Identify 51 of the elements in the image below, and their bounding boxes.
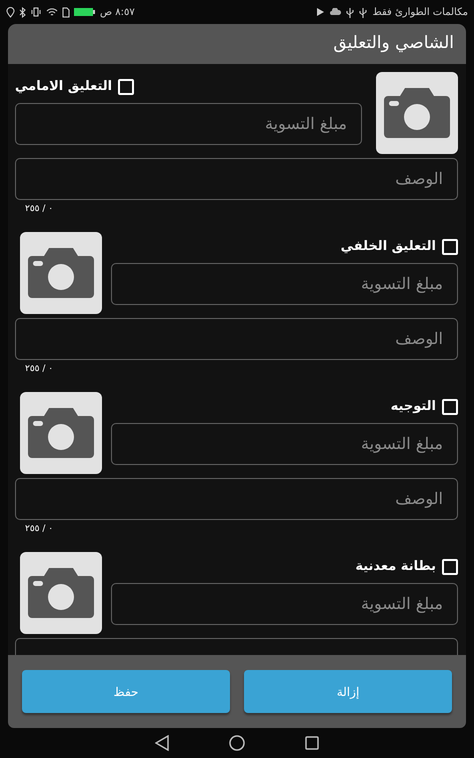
character-counter: ٠ / ٢٥٥	[25, 363, 54, 376]
dialog-title: الشاصي والتعليق	[333, 32, 454, 56]
play-icon	[316, 7, 326, 17]
recent-apps-icon[interactable]	[305, 736, 319, 750]
field-placeholder: الوصف	[395, 328, 443, 350]
checkbox[interactable]	[442, 239, 458, 255]
battery-icon	[74, 7, 96, 17]
location-icon	[6, 6, 15, 18]
checkbox[interactable]	[442, 399, 458, 415]
camera-button[interactable]	[20, 552, 102, 634]
status-carrier: مكالمات الطوارئ فقط	[372, 6, 468, 20]
camera-icon	[27, 406, 95, 460]
action-button[interactable]: إزالة	[244, 670, 452, 713]
usb-icon	[359, 6, 368, 18]
input-field[interactable]: مبلغ التسوية	[111, 583, 458, 625]
input-field[interactable]: الوصف	[15, 478, 458, 520]
camera-button[interactable]	[376, 72, 458, 154]
input-field[interactable]: مبلغ التسوية	[111, 423, 458, 465]
checkbox[interactable]	[118, 79, 134, 95]
field-placeholder: الوصف	[395, 168, 443, 190]
checkbox-label: التعليق الامامي	[15, 78, 112, 96]
camera-icon	[27, 246, 95, 300]
camera-icon	[383, 86, 451, 140]
field-placeholder: مبلغ التسوية	[360, 593, 443, 615]
checkbox[interactable]	[442, 559, 458, 575]
checkbox-label: التوجيه	[390, 398, 436, 416]
character-counter: ٠ / ٢٥٥	[25, 523, 54, 536]
camera-icon	[27, 566, 95, 620]
character-counter: ٠ / ٢٥٥	[25, 203, 54, 216]
input-field[interactable]: الوصف	[15, 318, 458, 360]
input-field[interactable]: مبلغ التسوية	[111, 263, 458, 305]
cloud-icon	[330, 8, 342, 16]
field-placeholder: الوصف	[395, 488, 443, 510]
action-button[interactable]: حفظ	[22, 670, 230, 713]
input-field[interactable]: مبلغ التسوية	[15, 103, 362, 145]
wifi-icon	[46, 7, 58, 17]
camera-button[interactable]	[20, 232, 102, 314]
checkbox-label: بطانة معدنية	[355, 558, 436, 576]
bluetooth-icon	[19, 6, 26, 18]
field-placeholder: مبلغ التسوية	[264, 113, 347, 135]
input-field[interactable]: الوصف	[15, 158, 458, 200]
field-placeholder: مبلغ التسوية	[360, 433, 443, 455]
camera-button[interactable]	[20, 392, 102, 474]
field-placeholder: مبلغ التسوية	[360, 273, 443, 295]
checkbox-label: التعليق الخلفي	[340, 238, 436, 256]
home-icon[interactable]	[229, 735, 245, 751]
back-icon[interactable]	[155, 735, 169, 751]
sim-card-icon	[62, 6, 70, 18]
vibrate-icon	[30, 7, 42, 17]
status-time: ٨:٥٧ ص	[100, 6, 135, 20]
usb-icon	[346, 6, 354, 18]
